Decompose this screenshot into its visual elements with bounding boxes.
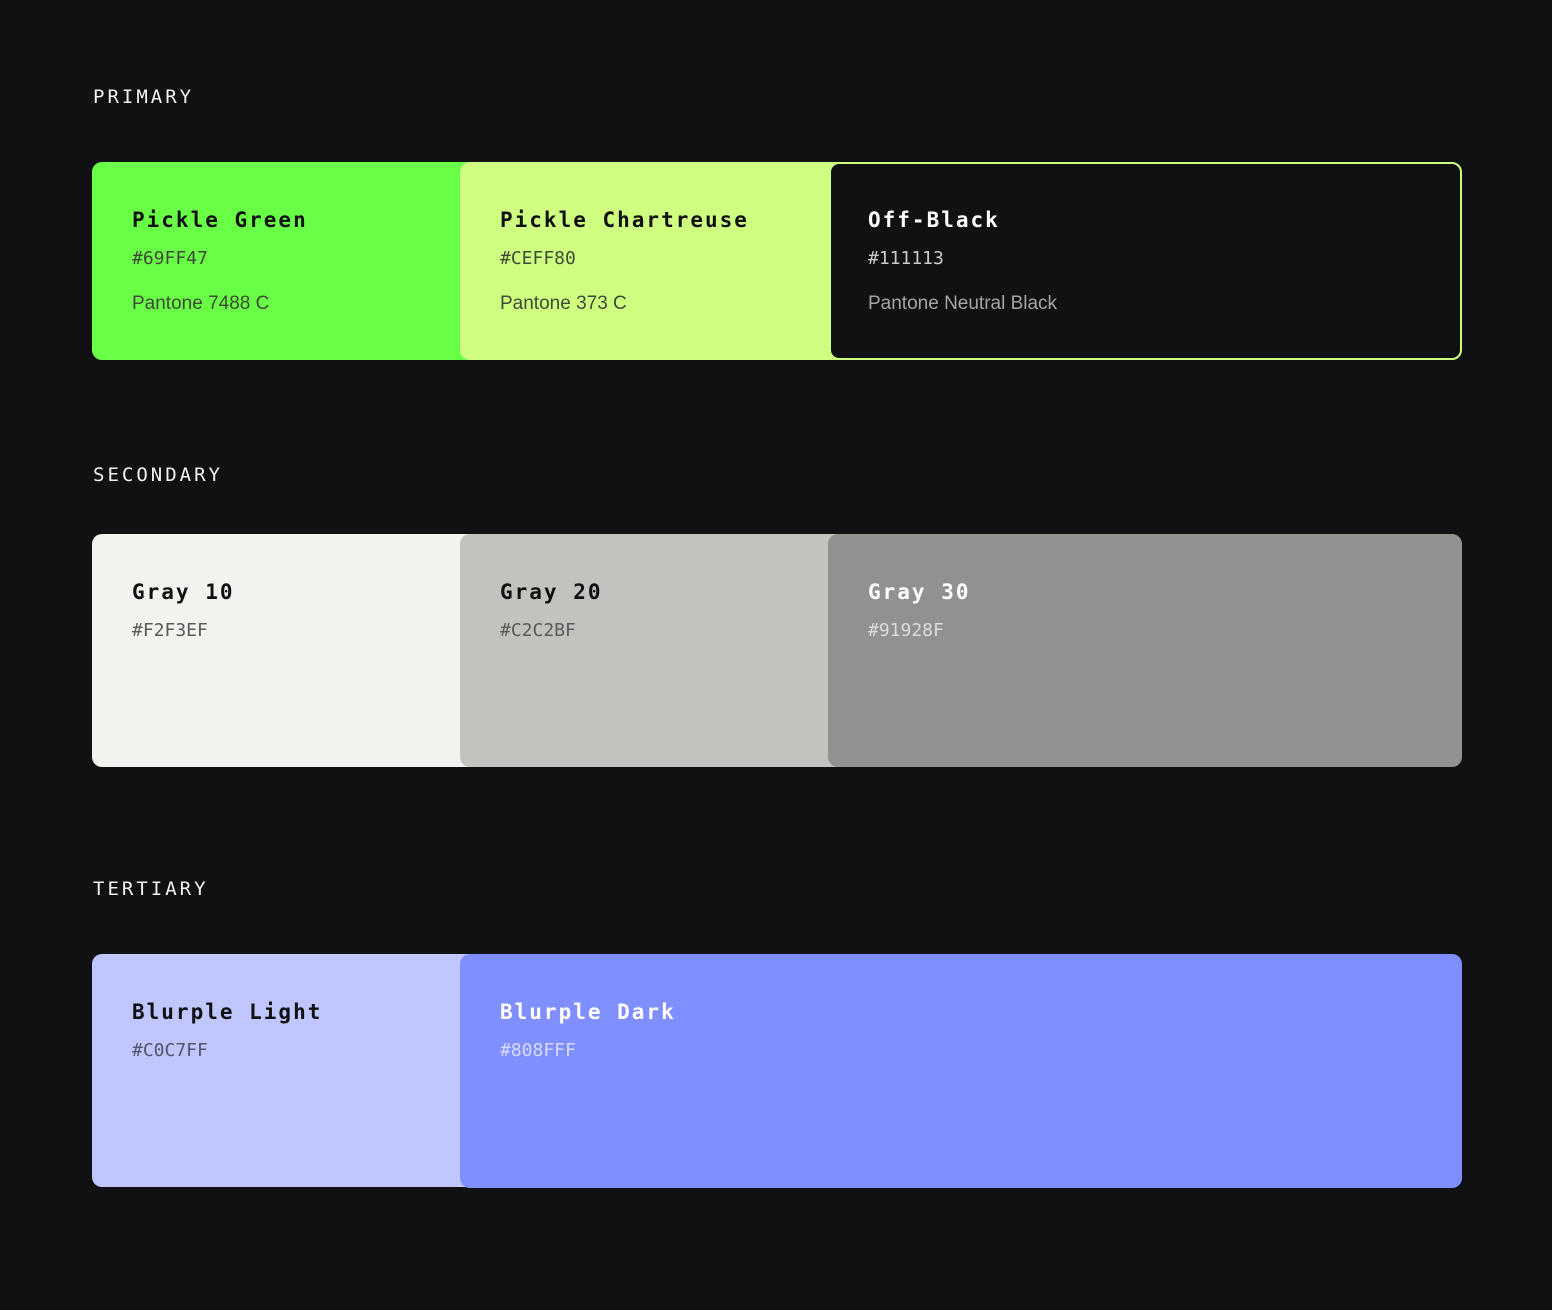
swatch-gray-30: Gray 30 #91928F bbox=[828, 534, 1462, 767]
swatch-gray-10: Gray 10 #F2F3EF bbox=[92, 534, 492, 767]
swatch-hex: #91928F bbox=[868, 620, 944, 641]
swatch-hex: #F2F3EF bbox=[132, 620, 208, 641]
swatch-name: Blurple Light bbox=[132, 1000, 323, 1024]
swatch-hex: #808FFF bbox=[500, 1040, 576, 1061]
swatch-name: Pickle Green bbox=[132, 208, 308, 232]
swatch-name: Pickle Chartreuse bbox=[500, 208, 749, 232]
swatch-hex: #CEFF80 bbox=[500, 248, 576, 269]
swatch-pickle-green: Pickle Green #69FF47 Pantone 7488 C bbox=[92, 162, 492, 360]
swatch-pantone: Pantone Neutral Black bbox=[868, 293, 1058, 314]
swatch-name: Gray 30 bbox=[868, 580, 971, 604]
swatch-off-black: Off-Black #111113 Pantone Neutral Black bbox=[829, 162, 1462, 360]
swatch-name: Gray 10 bbox=[132, 580, 235, 604]
swatch-pickle-chartreuse: Pickle Chartreuse #CEFF80 Pantone 373 C bbox=[460, 162, 860, 360]
section-title-primary: PRIMARY bbox=[93, 86, 195, 108]
swatch-hex: #C0C7FF bbox=[132, 1040, 208, 1061]
swatch-hex: #111113 bbox=[868, 248, 944, 269]
swatch-blurple-dark: Blurple Dark #808FFF bbox=[460, 954, 1462, 1188]
swatch-hex: #69FF47 bbox=[132, 248, 208, 269]
section-title-secondary: SECONDARY bbox=[93, 464, 223, 486]
swatch-pantone: Pantone 7488 C bbox=[132, 293, 270, 314]
section-title-tertiary: TERTIARY bbox=[93, 878, 209, 900]
swatch-name: Off-Black bbox=[868, 208, 1000, 232]
swatch-name: Gray 20 bbox=[500, 580, 603, 604]
swatch-hex: #C2C2BF bbox=[500, 620, 576, 641]
swatch-name: Blurple Dark bbox=[500, 1000, 676, 1024]
swatch-gray-20: Gray 20 #C2C2BF bbox=[460, 534, 860, 767]
swatch-pantone: Pantone 373 C bbox=[500, 293, 627, 314]
